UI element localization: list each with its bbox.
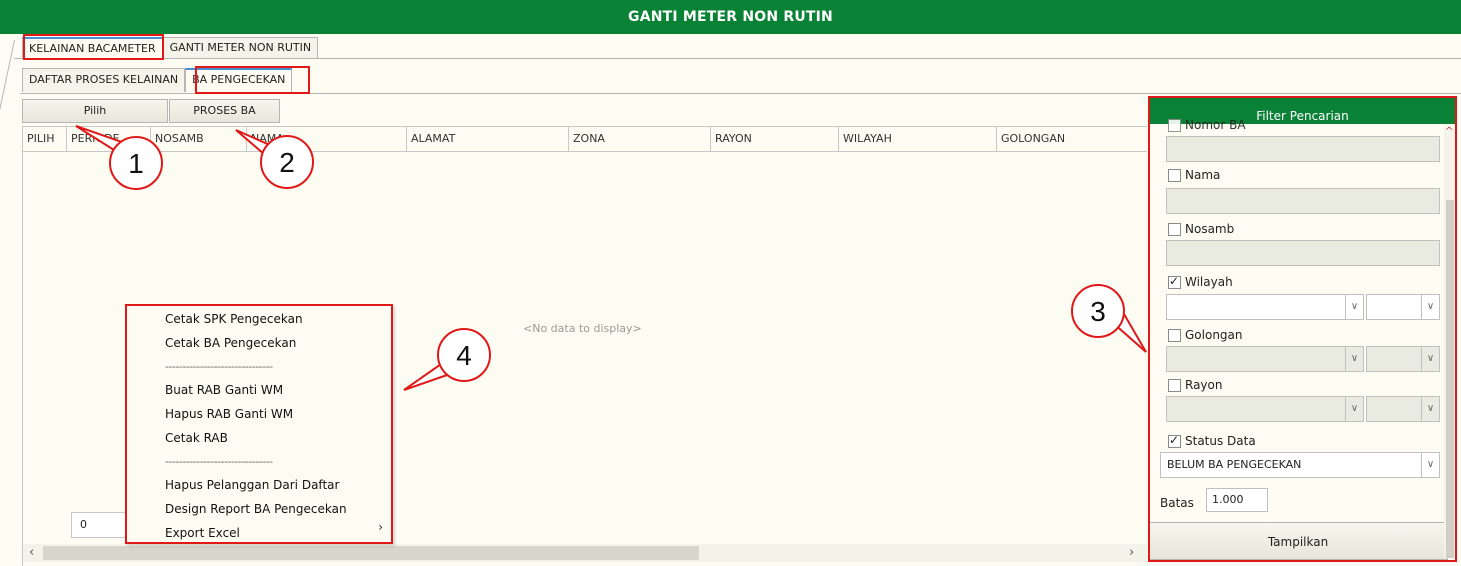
status-data-value: BELUM BA PENGECEKAN <box>1167 458 1302 471</box>
tab-ganti-meter-non-rutin[interactable]: GANTI METER NON RUTIN <box>162 37 319 59</box>
chevron-right-icon[interactable]: › <box>1129 544 1134 562</box>
grid-header: PILIH PERIODE NOSAMB NAMA ALAMAT ZONA RA… <box>23 126 1147 152</box>
menu-item-hapus-pelanggan-dari-daftar[interactable]: Hapus Pelanggan Dari Daftar <box>165 478 339 492</box>
chevron-down-icon[interactable]: ∨ <box>1421 397 1439 421</box>
nomor-ba-checkbox[interactable] <box>1168 118 1181 132</box>
rayon-select-2[interactable]: ∨ <box>1366 396 1440 422</box>
filter-vertical-scrollbar[interactable]: ^ <box>1444 126 1455 558</box>
nosamb-label: Nosamb <box>1185 222 1235 236</box>
nosamb-checkbox[interactable] <box>1168 222 1181 236</box>
window-title: GANTI METER NON RUTIN <box>0 0 1461 34</box>
column-header-periode[interactable]: PERIODE <box>67 127 151 151</box>
tampilkan-button[interactable]: Tampilkan <box>1150 522 1448 560</box>
chevron-left-icon[interactable]: ‹ <box>29 544 34 562</box>
status-data-label: Status Data <box>1185 434 1256 448</box>
batas-input[interactable]: 1.000 <box>1206 488 1268 512</box>
filter-nomor-ba[interactable]: Nomor BA <box>1168 118 1246 132</box>
filter-panel: Filter Pencarian Nomor BA Nama Nosamb Wi… <box>1148 96 1457 562</box>
nama-checkbox[interactable] <box>1168 168 1181 182</box>
menu-item-export-excel[interactable]: Export Excel <box>165 526 240 540</box>
tab-divider <box>14 58 1461 59</box>
chevron-down-icon[interactable]: ∨ <box>1345 397 1363 421</box>
context-menu: Cetak SPK Pengecekan Cetak BA Pengecekan… <box>125 304 393 544</box>
chevron-down-icon[interactable]: ∨ <box>1345 347 1363 371</box>
filter-golongan[interactable]: Golongan <box>1168 328 1243 342</box>
pager-input[interactable]: 0 <box>71 512 131 538</box>
column-header-alamat[interactable]: ALAMAT <box>407 127 569 151</box>
wilayah-label: Wilayah <box>1185 275 1233 289</box>
highlight-box-tab <box>23 34 164 60</box>
column-header-rayon[interactable]: RAYON <box>711 127 839 151</box>
column-header-pilih[interactable]: PILIH <box>23 127 67 151</box>
proses-ba-button[interactable]: PROSES BA <box>169 99 280 123</box>
menu-item-buat-rab-ganti-wm[interactable]: Buat RAB Ganti WM <box>165 383 283 397</box>
rayon-select[interactable]: ∨ <box>1166 396 1364 422</box>
pilih-button[interactable]: Pilih <box>22 99 168 123</box>
filter-scroll-thumb[interactable] <box>1446 200 1454 558</box>
menu-separator: ------------------------------- <box>165 455 273 468</box>
highlight-box-subtab <box>195 66 310 94</box>
chevron-up-icon[interactable]: ^ <box>1445 126 1453 137</box>
column-header-zona[interactable]: ZONA <box>569 127 711 151</box>
golongan-select[interactable]: ∨ <box>1166 346 1364 372</box>
nama-label: Nama <box>1185 168 1221 182</box>
chevron-down-icon[interactable]: ∨ <box>1421 347 1439 371</box>
empty-grid-message: <No data to display> <box>523 322 642 335</box>
wilayah-select[interactable]: ∨ <box>1166 294 1364 320</box>
rayon-checkbox[interactable] <box>1168 378 1181 392</box>
tab-daftar-proses-kelainan[interactable]: DAFTAR PROSES KELAINAN <box>22 68 186 92</box>
nomor-ba-input[interactable] <box>1166 136 1440 162</box>
menu-item-cetak-rab[interactable]: Cetak RAB <box>165 431 228 445</box>
chevron-down-icon[interactable]: ∨ <box>1345 295 1363 319</box>
status-data-select[interactable]: BELUM BA PENGECEKAN ∨ <box>1160 452 1440 478</box>
wilayah-select-2[interactable]: ∨ <box>1366 294 1440 320</box>
golongan-select-2[interactable]: ∨ <box>1366 346 1440 372</box>
filter-status-data[interactable]: Status Data <box>1168 433 1256 448</box>
wilayah-checkbox[interactable] <box>1168 274 1181 289</box>
chevron-down-icon[interactable]: ∨ <box>1421 295 1439 319</box>
nama-input[interactable] <box>1166 188 1440 214</box>
filter-wilayah[interactable]: Wilayah <box>1168 274 1233 289</box>
golongan-label: Golongan <box>1185 328 1243 342</box>
status-data-checkbox[interactable] <box>1168 433 1181 448</box>
nosamb-input[interactable] <box>1166 240 1440 266</box>
menu-item-cetak-spk-pengecekan[interactable]: Cetak SPK Pengecekan <box>165 312 303 326</box>
horizontal-scrollbar[interactable]: ‹ › <box>23 544 1147 562</box>
left-border <box>0 40 15 566</box>
menu-separator: ------------------------------- <box>165 360 273 373</box>
chevron-down-icon[interactable]: ∨ <box>1421 453 1439 477</box>
menu-item-hapus-rab-ganti-wm[interactable]: Hapus RAB Ganti WM <box>165 407 293 421</box>
menu-item-design-report-ba-pengecekan[interactable]: Design Report BA Pengecekan <box>165 502 347 516</box>
filter-nama[interactable]: Nama <box>1168 168 1220 182</box>
column-header-nama[interactable]: NAMA <box>247 127 407 151</box>
filter-rayon[interactable]: Rayon <box>1168 378 1222 392</box>
menu-item-cetak-ba-pengecekan[interactable]: Cetak BA Pengecekan <box>165 336 296 350</box>
scrollbar-thumb[interactable] <box>43 546 699 560</box>
filter-nosamb[interactable]: Nosamb <box>1168 222 1234 236</box>
column-header-nosamb[interactable]: NOSAMB <box>151 127 247 151</box>
submenu-arrow-icon: › <box>378 520 383 534</box>
nomor-ba-label: Nomor BA <box>1185 118 1246 132</box>
rayon-label: Rayon <box>1185 378 1223 392</box>
column-header-wilayah[interactable]: WILAYAH <box>839 127 997 151</box>
column-header-golongan[interactable]: GOLONGAN <box>997 127 1147 151</box>
golongan-checkbox[interactable] <box>1168 328 1181 342</box>
batas-label: Batas <box>1160 496 1194 510</box>
